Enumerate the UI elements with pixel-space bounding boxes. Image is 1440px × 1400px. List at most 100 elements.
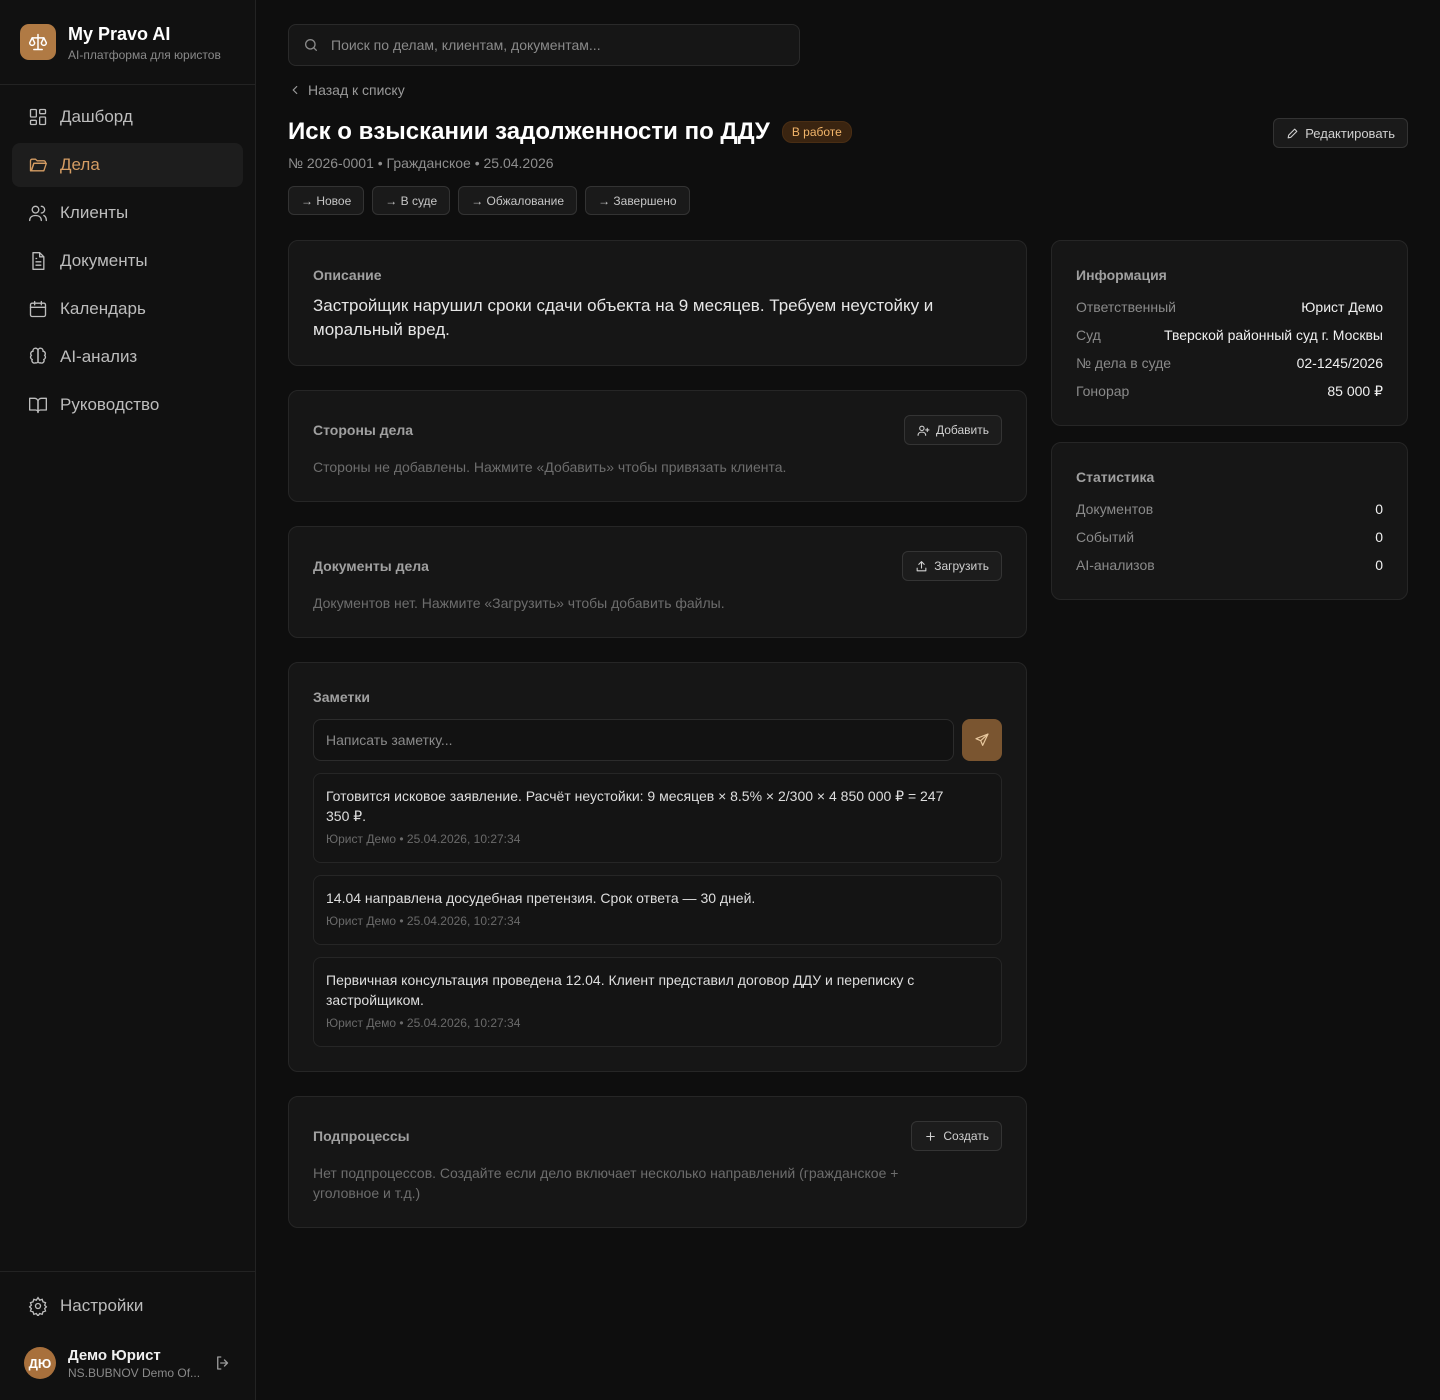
page-title: Иск о взыскании задолженности по ДДУ — [288, 118, 770, 145]
note-text: Первичная консультация проведена 12.04. … — [326, 972, 915, 1008]
documents-card: Документы дела Загрузить Документов нет.… — [288, 526, 1027, 638]
description-text: Застройщик нарушил сроки сдачи объекта н… — [313, 296, 934, 339]
send-icon — [975, 733, 989, 746]
sidebar-item-label: Календарь — [60, 299, 146, 318]
create-subprocess-button[interactable]: Создать — [911, 1121, 1002, 1151]
stats-row-documents: Документов 0 — [1076, 501, 1383, 521]
sidebar-item-guide[interactable]: Руководство — [12, 383, 243, 427]
add-party-label: Добавить — [935, 423, 989, 437]
notes-title: Заметки — [313, 689, 370, 705]
send-note-button[interactable] — [962, 719, 1002, 761]
upload-label: Загрузить — [934, 559, 989, 573]
info-row-court: Суд Тверской районный суд г. Москвы — [1076, 327, 1383, 347]
status-completed-button[interactable]: → Завершено — [585, 186, 690, 215]
sidebar-item-calendar[interactable]: Календарь — [12, 287, 243, 331]
brand-title: My Pravo AI — [68, 23, 171, 44]
sidebar-item-documents[interactable]: Документы — [12, 239, 243, 283]
add-party-button[interactable]: Добавить — [903, 415, 1002, 445]
stats-value: 0 — [1375, 501, 1383, 517]
sidebar-item-label: AI-анализ — [60, 347, 138, 366]
document-icon — [32, 252, 45, 270]
search-input[interactable] — [331, 37, 771, 53]
note-item: Готовится исковое заявление. Расчёт неус… — [313, 773, 1002, 863]
upload-icon — [916, 560, 927, 571]
status-new-button[interactable]: → Новое — [288, 186, 365, 215]
note-item: Первичная консультация проведена 12.04. … — [313, 957, 1002, 1047]
documents-empty: Документов нет. Нажмите «Загрузить» чтоб… — [313, 595, 725, 611]
stats-value: 0 — [1375, 529, 1383, 545]
description-title: Описание — [313, 267, 382, 283]
settings-label: Настройки — [60, 1296, 144, 1315]
info-title: Информация — [1076, 267, 1167, 283]
sidebar: My Pravo AI AI-платформа для юристов Даш… — [0, 0, 256, 1400]
info-row-fee: Гонорар 85 000 ₽ — [1076, 383, 1383, 403]
stats-label: Документов — [1076, 501, 1154, 517]
upload-button[interactable]: Загрузить — [902, 551, 1002, 581]
brand[interactable]: My Pravo AI AI-платформа для юристов — [0, 0, 255, 85]
note-meta: Юрист Демо • 25.04.2026, 10:27:34 — [326, 832, 521, 846]
info-value: 02-1245/2026 — [1296, 355, 1383, 371]
info-row-responsible: Ответственный Юрист Демо — [1076, 299, 1383, 319]
status-appeal-button[interactable]: → Обжалование — [458, 186, 578, 215]
sidebar-item-label: Документы — [60, 251, 148, 270]
user-name: Демо Юрист — [68, 1346, 161, 1364]
parties-title: Стороны дела — [313, 422, 414, 438]
parties-empty: Стороны не добавлены. Нажмите «Добавить»… — [313, 459, 787, 475]
note-text: Готовится исковое заявление. Расчёт неус… — [326, 788, 944, 824]
logout-icon[interactable] — [214, 1354, 232, 1372]
note-item: 14.04 направлена досудебная претензия. С… — [313, 875, 1002, 945]
sidebar-item-label: Дашборд — [60, 107, 133, 126]
stats-label: AI-анализов — [1076, 557, 1155, 573]
dashboard-icon — [29, 108, 47, 126]
users-icon — [29, 205, 47, 222]
parties-card: Стороны дела Добавить Стороны не добавле… — [288, 390, 1027, 502]
sidebar-item-label: Дела — [60, 155, 100, 174]
sidebar-item-label: Клиенты — [60, 203, 129, 222]
calendar-icon — [29, 300, 47, 318]
folder-icon — [29, 158, 47, 172]
sidebar-item-cases[interactable]: Дела — [12, 143, 243, 187]
info-label: Суд — [1076, 327, 1101, 343]
subprocesses-title: Подпроцессы — [313, 1128, 410, 1144]
user-org: NS.BUBNOV Demo Of... — [68, 1365, 201, 1380]
plus-icon — [926, 1131, 936, 1141]
info-label: Ответственный — [1076, 299, 1176, 315]
user-plus-icon — [917, 425, 930, 436]
description-card: Описание Застройщик нарушил сроки сдачи … — [288, 240, 1027, 366]
sidebar-item-ai-analysis[interactable]: AI-анализ — [12, 335, 243, 379]
sidebar-item-clients[interactable]: Клиенты — [12, 191, 243, 235]
gear-icon — [28, 1296, 48, 1316]
sidebar-nav: Дашборд Дела Клиенты Документы Календарь… — [0, 85, 255, 441]
sidebar-item-label: Руководство — [60, 395, 160, 414]
documents-title: Документы дела — [313, 558, 429, 574]
info-label: Гонорар — [1076, 383, 1130, 399]
info-value: 85 000 ₽ — [1327, 383, 1383, 399]
edit-button-label: Редактировать — [1305, 125, 1395, 141]
note-text: 14.04 направлена досудебная претензия. С… — [326, 890, 756, 906]
sidebar-footer: Настройки ДЮ Демо Юрист NS.BUBNOV Demo O… — [0, 1271, 255, 1400]
user-profile[interactable]: ДЮ Демо Юрист NS.BUBNOV Demo Of... — [24, 1345, 236, 1381]
case-meta: № 2026-0001 • Гражданское • 25.04.2026 — [288, 155, 554, 171]
scales-icon — [20, 24, 56, 60]
info-label: № дела в суде — [1076, 355, 1172, 371]
sidebar-item-dashboard[interactable]: Дашборд — [12, 95, 243, 139]
status-actions: → Новое → В суде → Обжалование → Заверше… — [288, 186, 698, 215]
back-link[interactable]: Назад к списку — [288, 82, 405, 98]
pencil-icon — [1287, 128, 1298, 138]
note-input[interactable] — [313, 719, 954, 761]
back-link-label: Назад к списку — [308, 82, 405, 98]
status-in-court-button[interactable]: → В суде — [372, 186, 451, 215]
sidebar-item-settings[interactable]: Настройки — [12, 1284, 243, 1328]
brain-icon — [29, 347, 47, 364]
note-meta: Юрист Демо • 25.04.2026, 10:27:34 — [326, 1016, 521, 1030]
stats-title: Статистика — [1076, 469, 1155, 485]
note-meta: Юрист Демо • 25.04.2026, 10:27:34 — [326, 914, 521, 928]
subprocesses-card: Подпроцессы Создать Нет подпроцессов. Со… — [288, 1096, 1027, 1228]
search-bar[interactable] — [288, 24, 800, 66]
search-icon — [305, 39, 317, 51]
status-badge: В работе — [781, 121, 852, 143]
create-subprocess-label: Создать — [943, 1129, 989, 1143]
edit-button[interactable]: Редактировать — [1273, 118, 1408, 148]
notes-card: Заметки Готовится исковое заявление. Рас… — [288, 662, 1027, 1072]
case-header: Иск о взыскании задолженности по ДДУ В р… — [288, 118, 852, 146]
